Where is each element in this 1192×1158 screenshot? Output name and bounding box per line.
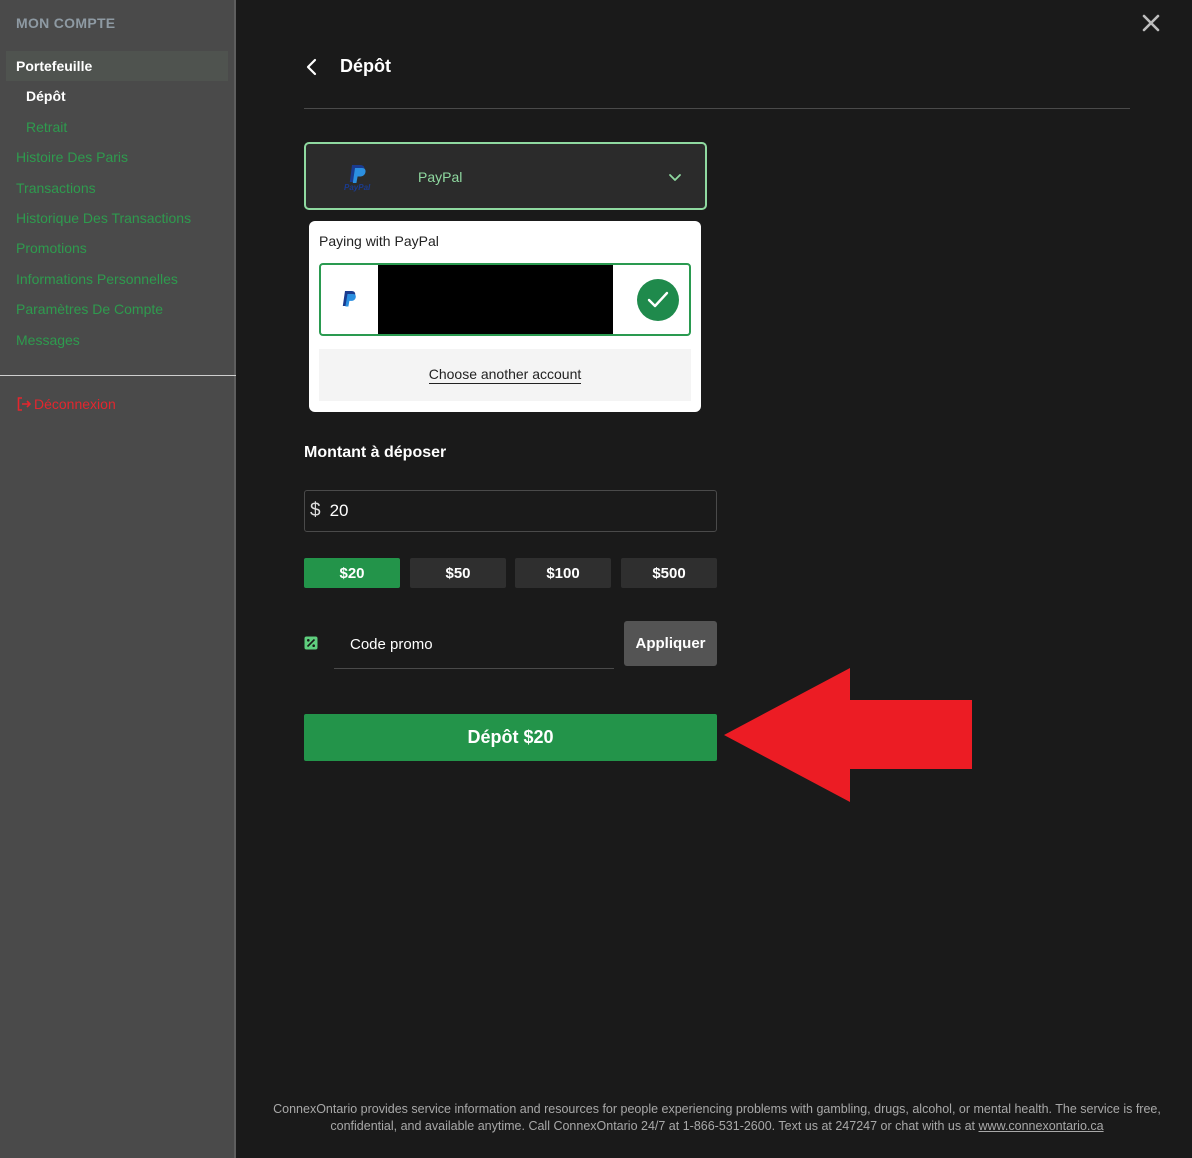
paypal-panel: Paying with PayPal Choose another accoun… xyxy=(309,221,701,412)
back-chevron-icon[interactable] xyxy=(300,55,324,79)
deposit-submit-button[interactable]: Dépôt $20 xyxy=(304,714,717,761)
preset-100-button[interactable]: $100 xyxy=(515,558,611,588)
amount-label: Montant à déposer xyxy=(304,444,447,461)
paypal-panel-title: Paying with PayPal xyxy=(319,233,439,249)
sidebar-item-transaction-history[interactable]: Historique Des Transactions xyxy=(16,210,191,226)
sidebar-title: MON COMPTE xyxy=(16,15,116,31)
close-button[interactable] xyxy=(1140,12,1162,34)
sidebar-item-deposit[interactable]: Dépôt xyxy=(26,88,66,104)
selected-check-icon xyxy=(637,279,679,321)
logout-icon xyxy=(17,397,32,411)
account-sidebar: MON COMPTE Portefeuille Dépôt Retrait Hi… xyxy=(0,0,236,1158)
payment-method-label: PayPal xyxy=(418,169,463,185)
amount-input[interactable] xyxy=(329,501,690,521)
paypal-logo-icon: PayPal xyxy=(344,165,371,192)
choose-another-account-link[interactable]: Choose another account xyxy=(428,366,582,384)
header-divider xyxy=(304,108,1130,109)
connexontario-link[interactable]: www.connexontario.ca xyxy=(979,1119,1104,1133)
redacted-account-info xyxy=(378,265,613,334)
preset-20-button[interactable]: $20 xyxy=(304,558,400,588)
sidebar-item-promotions[interactable]: Promotions xyxy=(16,240,87,256)
sidebar-item-withdraw[interactable]: Retrait xyxy=(26,119,67,135)
sidebar-divider xyxy=(0,375,236,376)
preset-500-button[interactable]: $500 xyxy=(621,558,717,588)
amount-field: $ xyxy=(304,490,717,532)
page-title: Dépôt xyxy=(340,56,391,76)
payment-method-dropdown[interactable]: PayPal PayPal xyxy=(304,142,707,210)
close-icon xyxy=(1142,14,1160,32)
annotation-arrow-icon xyxy=(724,668,972,802)
apply-promo-button[interactable]: Appliquer xyxy=(624,621,717,666)
paypal-logo-text: PayPal xyxy=(344,183,371,192)
currency-symbol: $ xyxy=(310,500,321,521)
paypal-p-icon xyxy=(342,291,356,307)
footer-line-2-text: confidential, and available anytime. Cal… xyxy=(330,1119,976,1133)
paypal-account-option[interactable] xyxy=(319,263,691,336)
sidebar-item-account-settings[interactable]: Paramètres De Compte xyxy=(16,301,163,317)
chevron-down-icon xyxy=(669,174,681,181)
responsible-gambling-footer: ConnexOntario provides service informati… xyxy=(250,1101,1184,1135)
logout-link[interactable]: Déconnexion xyxy=(16,396,116,412)
footer-line-2: confidential, and available anytime. Cal… xyxy=(250,1118,1184,1135)
sidebar-item-bet-history[interactable]: Histoire Des Paris xyxy=(16,149,128,165)
sidebar-item-messages[interactable]: Messages xyxy=(16,332,80,348)
choose-another-account-row: Choose another account xyxy=(319,349,691,401)
sidebar-item-personal-info[interactable]: Informations Personnelles xyxy=(16,271,178,287)
logout-label: Déconnexion xyxy=(34,396,116,412)
sidebar-item-transactions[interactable]: Transactions xyxy=(16,180,96,196)
promo-code-input[interactable] xyxy=(350,636,600,653)
promo-tag-icon xyxy=(304,636,318,650)
footer-line-1: ConnexOntario provides service informati… xyxy=(273,1102,1161,1116)
promo-code-field xyxy=(334,621,614,669)
preset-50-button[interactable]: $50 xyxy=(410,558,506,588)
sidebar-section-wallet[interactable]: Portefeuille xyxy=(6,51,228,81)
